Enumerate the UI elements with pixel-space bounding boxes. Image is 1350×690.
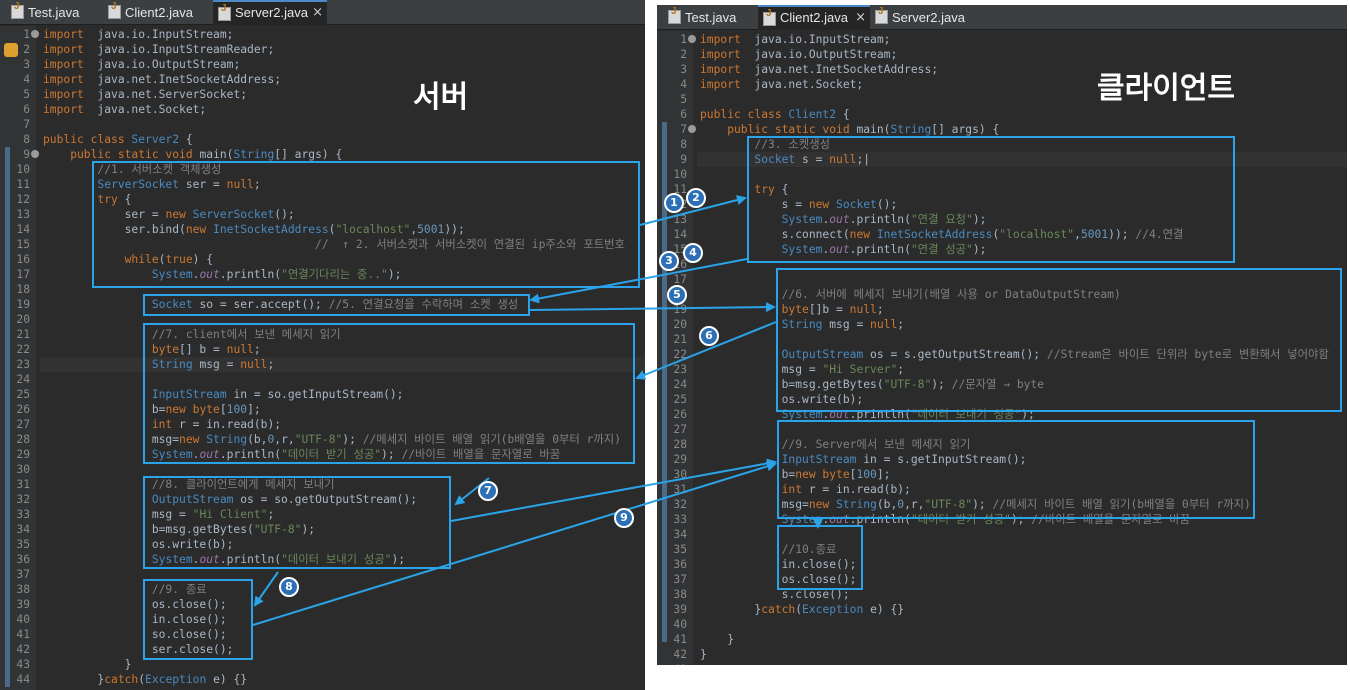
flow-arrows <box>252 195 823 626</box>
arrow-7b <box>450 458 777 522</box>
step-badge-5: 5 <box>667 285 687 305</box>
step-badge-7: 7 <box>478 481 498 501</box>
step-badge-6: 6 <box>699 326 719 346</box>
step-badge-2: 2 <box>686 188 706 208</box>
arrow-9 <box>252 461 777 626</box>
step-badge-9: 9 <box>614 508 634 528</box>
step-badge-1: 1 <box>664 193 684 213</box>
arrow-5 <box>529 302 776 313</box>
step-badge-8: 8 <box>279 577 299 597</box>
step-badge-4: 4 <box>683 243 703 263</box>
arrow-8 <box>253 571 279 607</box>
step-badge-3: 3 <box>659 251 679 271</box>
arrow-3 <box>529 258 748 304</box>
